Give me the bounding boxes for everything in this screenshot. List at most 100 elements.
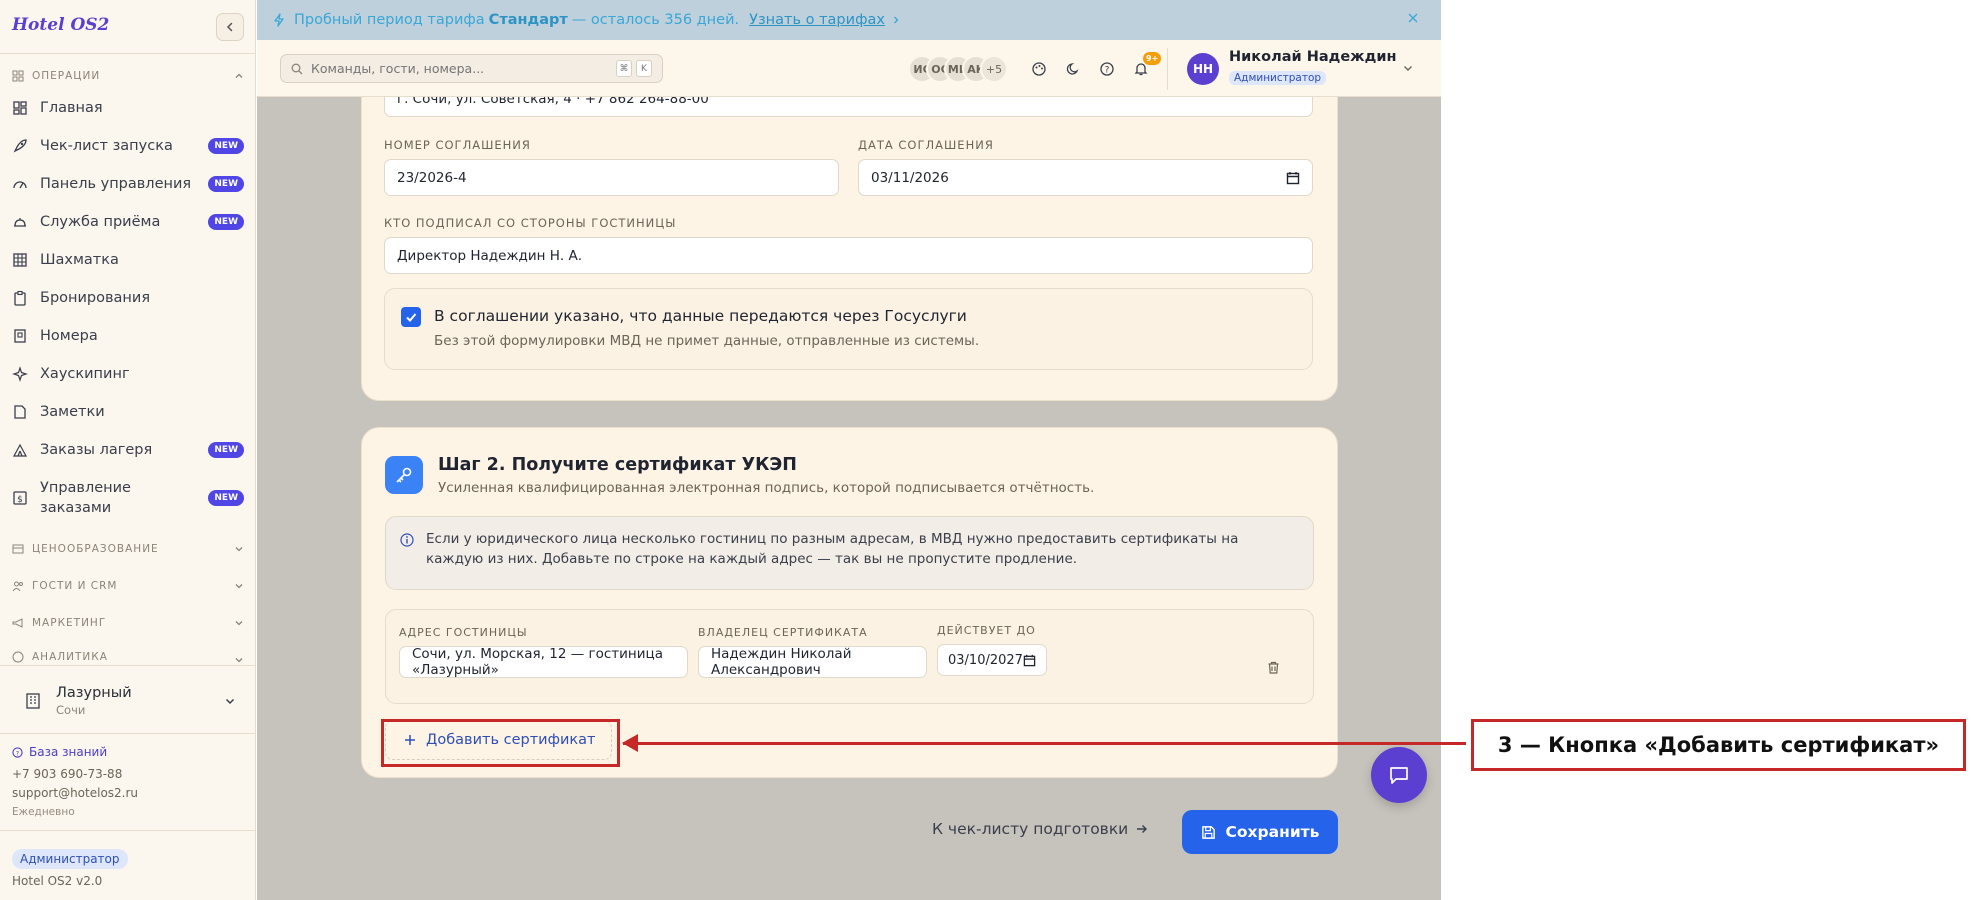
chevron-up-icon (235, 73, 243, 78)
hotel-address-field[interactable]: г. Сочи, ул. Советская, 4 · +7 862 264-8… (384, 97, 1313, 117)
sidebar-item-front-desk[interactable]: Служба приёма NEW (12, 212, 244, 232)
section-marketing[interactable]: МАРКЕТИНГ (12, 613, 244, 633)
chart-icon (12, 651, 24, 663)
layout-icon (12, 70, 24, 82)
signer-field[interactable]: Директор Надеждин Н. А. (384, 237, 1313, 274)
sidebar-item-label: Шахматка (40, 252, 119, 268)
help-circle-icon: ? (1100, 62, 1114, 76)
checkbox-title: В соглашении указано, что данные передаю… (434, 307, 967, 325)
banner-remaining: — осталось 356 дней. (571, 12, 740, 28)
sidebar-item-bookings[interactable]: Бронирования (12, 288, 244, 308)
cert-valid-until-field[interactable]: 03/10/2027 (937, 644, 1047, 676)
checkmark-icon (406, 313, 417, 322)
note-icon (14, 405, 26, 419)
close-icon[interactable] (1407, 12, 1419, 24)
dark-mode-button[interactable] (1059, 55, 1087, 83)
new-badge: NEW (208, 490, 244, 506)
section-label: ЦЕНООБРАЗОВАНИЕ (32, 543, 159, 555)
sidebar-item-home[interactable]: Главная (12, 98, 244, 118)
hotel-city: Сочи (56, 703, 86, 717)
calendar-icon[interactable] (1286, 171, 1300, 185)
hotel-address-value: г. Сочи, ул. Советская, 4 · +7 862 264-8… (397, 97, 709, 107)
gosuslugi-checkbox-row[interactable]: В соглашении указано, что данные передаю… (384, 288, 1313, 370)
chevron-down-icon[interactable] (1402, 62, 1414, 74)
sidebar-item-housekeeping[interactable]: Хаускипинг (12, 364, 244, 384)
help-button[interactable]: ? (1093, 55, 1121, 83)
agreement-number-label: НОМЕР СОГЛАШЕНИЯ (384, 138, 531, 152)
cert-address-value: Сочи, ул. Морская, 12 — гостиница «Лазур… (412, 646, 663, 678)
section-label: МАРКЕТИНГ (32, 617, 107, 629)
section-analytics[interactable]: АНАЛИТИКА (12, 650, 244, 664)
brand-logo[interactable]: Hotel OS2 (12, 15, 109, 35)
calendar-icon[interactable] (1023, 654, 1036, 667)
avatars-more[interactable]: +5 (980, 55, 1008, 83)
sidebar-item-label: Служба приёма (40, 214, 161, 230)
sidebar-item-label: Номера (40, 328, 98, 344)
step2-title: Шаг 2. Получите сертификат УКЭП (438, 455, 797, 475)
support-email[interactable]: support@hotelos2.ru (12, 786, 138, 800)
new-badge: NEW (208, 138, 244, 154)
app-version: Hotel OS2 v2.0 (12, 874, 103, 888)
back-to-checklist-link[interactable]: К чек-листу подготовки (932, 820, 1148, 838)
sidebar-item-label: Заказы лагеря (40, 442, 153, 458)
multi-hotel-info: Если у юридического лица несколько гости… (385, 516, 1314, 590)
sidebar-item-control-panel[interactable]: Панель управления NEW (12, 174, 244, 194)
sidebar-item-rooms[interactable]: Номера (12, 326, 244, 346)
save-button[interactable]: Сохранить (1182, 810, 1338, 854)
bell-icon (14, 218, 26, 227)
section-label: ГОСТИ И CRM (32, 580, 118, 592)
knowledge-base-link[interactable]: ? База знаний (12, 745, 107, 759)
user-name[interactable]: Николай Надеждин (1229, 49, 1397, 65)
cert-address-field[interactable]: Сочи, ул. Морская, 12 — гостиница «Лазур… (399, 646, 688, 678)
cert-owner-field[interactable]: Надеждин Николай Александрович (698, 646, 927, 678)
sidebar-collapse-button[interactable] (216, 13, 244, 41)
sidebar-item-notes[interactable]: Заметки (12, 402, 244, 422)
sidebar-item-order-management[interactable]: $ Управление заказами NEW (12, 478, 244, 518)
sidebar-item-launch-checklist[interactable]: Чек-лист запуска NEW (12, 136, 244, 156)
chevron-left-icon (226, 22, 233, 32)
column-address-label: АДРЕС ГОСТИНИЦЫ (399, 626, 528, 639)
top-header: ⌘ K ИС ОС МИ АК +5 ? 9+ НН Николай Надеж… (257, 40, 1441, 97)
notifications-button[interactable]: 9+ (1127, 52, 1162, 83)
lightning-icon (274, 13, 284, 27)
search-icon (291, 63, 303, 74)
gosuslugi-checkbox[interactable] (401, 307, 421, 327)
sidebar: Hotel OS2 ОПЕРАЦИИ Главная Чек-лист запу… (0, 0, 256, 900)
info-text: Если у юридического лица несколько гости… (426, 531, 1239, 567)
banner-tariffs-link[interactable]: Узнать о тарифах (749, 12, 885, 28)
main-content: г. Сочи, ул. Советская, 4 · +7 862 264-8… (257, 97, 1441, 900)
arrowhead-icon (622, 734, 638, 752)
command-search[interactable]: ⌘ K (280, 54, 663, 83)
trash-icon[interactable] (1266, 660, 1281, 675)
online-users[interactable]: ИС ОС МИ АК +5 (908, 55, 1008, 83)
sidebar-item-label: Хаускипинг (40, 366, 130, 382)
hotel-switcher[interactable]: Лазурный Сочи (12, 676, 244, 726)
agreement-date-value: 03/11/2026 (871, 169, 949, 186)
notification-count: 9+ (1143, 52, 1162, 65)
agreement-date-field[interactable]: 03/11/2026 (858, 159, 1313, 196)
column-valid-until-label: ДЕЙСТВУЕТ ДО (937, 624, 1036, 637)
support-phone[interactable]: +7 903 690-73-88 (12, 767, 122, 781)
sidebar-item-camp-orders[interactable]: Заказы лагеря NEW (12, 440, 244, 460)
chevron-right-icon (893, 16, 899, 24)
clipboard-icon (14, 290, 26, 306)
chat-button[interactable] (1371, 747, 1427, 803)
cert-owner-value: Надеждин Николай Александрович (711, 646, 852, 678)
section-pricing[interactable]: ЦЕНООБРАЗОВАНИЕ (12, 539, 244, 559)
support-hours: Ежедневно (12, 806, 75, 818)
callout-label: 3 — Кнопка «Добавить сертификат» (1471, 719, 1966, 771)
sidebar-item-chessboard[interactable]: Шахматка (12, 250, 244, 270)
kbd-cmd: ⌘ (616, 60, 632, 77)
user-avatar[interactable]: НН (1187, 53, 1219, 85)
theme-palette-button[interactable] (1025, 55, 1053, 83)
section-operations[interactable]: ОПЕРАЦИИ (12, 66, 244, 86)
section-guests[interactable]: ГОСТИ И CRM (12, 576, 244, 596)
new-badge: NEW (208, 442, 244, 458)
search-input[interactable] (311, 61, 611, 76)
certificate-row: АДРЕС ГОСТИНИЦЫ Сочи, ул. Морская, 12 — … (385, 609, 1314, 704)
agreement-number-field[interactable]: 23/2026-4 (384, 159, 839, 196)
floppy-icon (1201, 825, 1215, 839)
svg-text:?: ? (1105, 66, 1110, 76)
callout-arrow (623, 742, 1466, 745)
sidebar-item-label: Заметки (40, 404, 105, 420)
